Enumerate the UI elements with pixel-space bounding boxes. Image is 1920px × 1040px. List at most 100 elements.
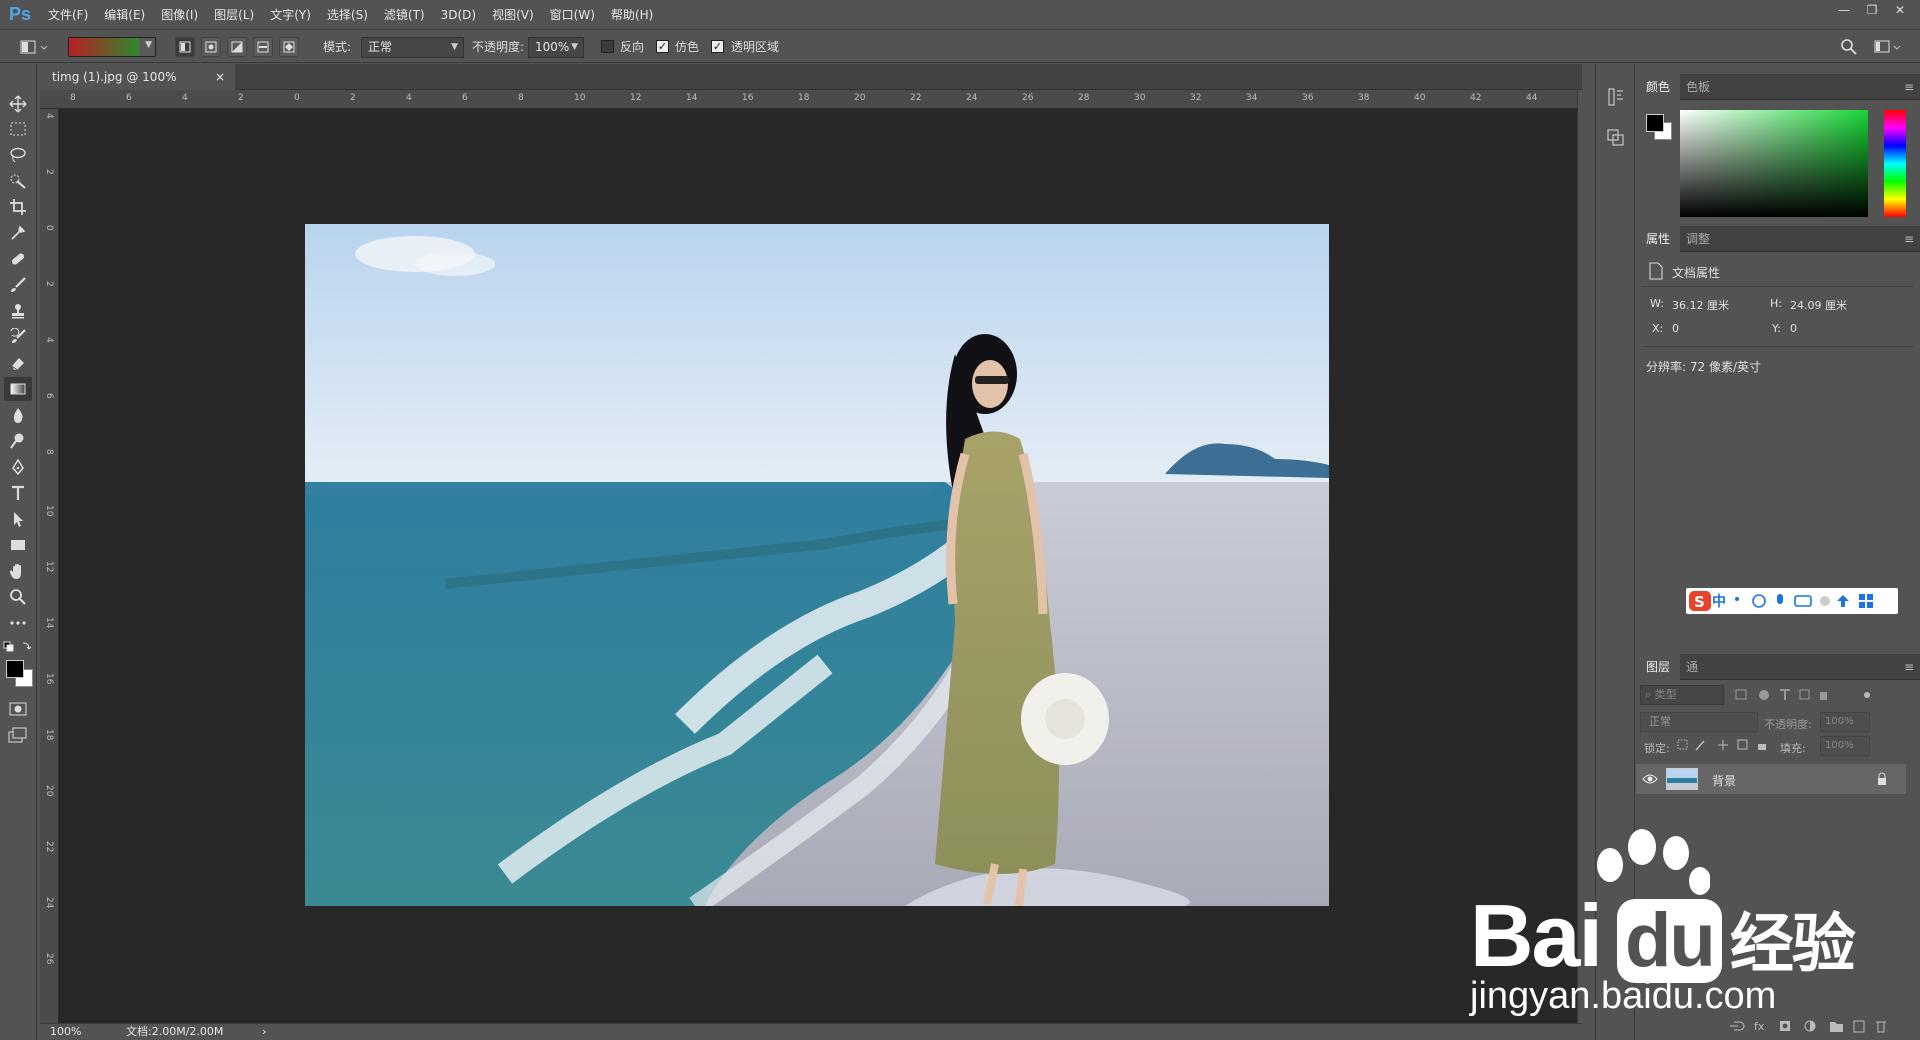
- restore-button[interactable]: ❐: [1858, 0, 1886, 20]
- blur-tool[interactable]: [4, 403, 32, 427]
- linear-gradient-icon: [179, 41, 191, 53]
- path-select-tool[interactable]: [4, 507, 32, 531]
- minimize-button[interactable]: —: [1830, 0, 1858, 20]
- panel-menu-icon[interactable]: ≡: [1904, 654, 1914, 680]
- eye-icon[interactable]: [1642, 772, 1658, 786]
- reverse-checkbox[interactable]: [601, 40, 614, 53]
- rectangle-tool[interactable]: [4, 533, 32, 557]
- menu-type[interactable]: 文字(Y): [262, 6, 319, 23]
- menu-help[interactable]: 帮助(H): [603, 6, 661, 23]
- ruler-tick-label: 12: [630, 93, 642, 103]
- fill-input[interactable]: 100%: [1820, 736, 1870, 756]
- lasso-icon: [10, 147, 26, 163]
- hue-slider[interactable]: [1884, 110, 1906, 217]
- opacity-input[interactable]: 100% ▼: [528, 37, 584, 58]
- layer-row[interactable]: 背景: [1636, 764, 1906, 794]
- type-tool[interactable]: [4, 481, 32, 505]
- y-value[interactable]: 0: [1790, 322, 1797, 335]
- brush-tool[interactable]: [4, 273, 32, 297]
- properties-panel-icon[interactable]: [1606, 128, 1626, 148]
- gradient-icon: [10, 383, 26, 395]
- move-tool[interactable]: [4, 92, 32, 116]
- default-colors-icon[interactable]: [3, 641, 33, 655]
- stamp-tool[interactable]: [4, 299, 32, 323]
- tab-channels[interactable]: 通: [1676, 654, 1708, 680]
- tab-layers[interactable]: 图层: [1636, 654, 1681, 680]
- lasso-tool[interactable]: [4, 143, 32, 167]
- tab-adjustments[interactable]: 调整: [1676, 226, 1720, 252]
- hand-tool[interactable]: [4, 559, 32, 583]
- ruler-tick-label: 8: [44, 449, 54, 455]
- filter-toggle-icon[interactable]: [1862, 690, 1872, 700]
- healing-tool[interactable]: [4, 247, 32, 271]
- menu-window[interactable]: 窗口(W): [542, 6, 603, 23]
- width-value[interactable]: 36.12 厘米: [1672, 297, 1729, 313]
- eyedropper-tool[interactable]: [4, 221, 32, 245]
- linear-gradient-button[interactable]: [175, 37, 195, 57]
- quick-mask-icon[interactable]: [8, 700, 30, 718]
- x-value[interactable]: 0: [1672, 322, 1679, 335]
- screen-mode-icon[interactable]: [8, 726, 30, 744]
- ruler-tick-label: 26: [1022, 93, 1034, 103]
- menu-layer[interactable]: 图层(L): [206, 6, 262, 23]
- angle-gradient-button[interactable]: [227, 37, 247, 57]
- ime-tool-icons[interactable]: [1731, 591, 1881, 611]
- height-value[interactable]: 24.09 厘米: [1790, 297, 1847, 313]
- document-image[interactable]: [305, 224, 1329, 906]
- layer-filter-select[interactable]: ⌕ 类型: [1640, 685, 1724, 705]
- tab-swatches[interactable]: 色板: [1676, 74, 1720, 100]
- reflected-gradient-button[interactable]: [253, 37, 273, 57]
- mode-select[interactable]: 正常 ▼: [361, 37, 464, 58]
- more-tools[interactable]: [4, 611, 32, 635]
- radial-gradient-button[interactable]: [201, 37, 221, 57]
- zoom-level[interactable]: 100%: [50, 1024, 81, 1040]
- tab-color[interactable]: 颜色: [1636, 74, 1681, 100]
- blend-mode-select[interactable]: 正常: [1640, 712, 1758, 732]
- color-foreground-swatch[interactable]: [1646, 114, 1664, 132]
- layer-filter-icons[interactable]: [1734, 688, 1844, 702]
- panel-menu-icon[interactable]: ≡: [1904, 74, 1914, 100]
- menu-file[interactable]: 文件(F): [40, 6, 96, 23]
- close-window-button[interactable]: ✕: [1886, 0, 1914, 20]
- tab-properties[interactable]: 属性: [1636, 226, 1681, 252]
- reverse-label: 反向: [620, 40, 645, 54]
- close-tab-icon[interactable]: ×: [215, 64, 225, 90]
- transparency-checkbox[interactable]: ✓: [711, 40, 724, 53]
- eraser-tool[interactable]: [4, 351, 32, 375]
- tool-preset-picker[interactable]: [18, 37, 50, 57]
- diamond-gradient-button[interactable]: [279, 37, 299, 57]
- gradient-tool[interactable]: [4, 377, 32, 401]
- pen-tool[interactable]: [4, 455, 32, 479]
- ruler-tick-label: 10: [574, 93, 586, 103]
- zoom-tool[interactable]: [4, 585, 32, 609]
- foreground-color[interactable]: [6, 660, 24, 678]
- menu-image[interactable]: 图像(I): [153, 6, 206, 23]
- menu-select[interactable]: 选择(S): [319, 6, 376, 23]
- crop-tool[interactable]: [4, 195, 32, 219]
- transparency-label: 透明区域: [731, 40, 780, 54]
- marquee-tool[interactable]: [4, 117, 32, 141]
- opacity-label: 不透明度:: [472, 40, 525, 54]
- menu-3d[interactable]: 3D(D): [433, 8, 484, 22]
- gradient-swatch[interactable]: ▼: [68, 37, 156, 57]
- panel-menu-icon[interactable]: ≡: [1904, 226, 1914, 252]
- x-label: X:: [1652, 322, 1664, 335]
- dither-checkbox[interactable]: ✓: [656, 40, 669, 53]
- workspace-icon[interactable]: [1874, 38, 1904, 56]
- dodge-tool[interactable]: [4, 429, 32, 453]
- menu-edit[interactable]: 编辑(E): [96, 6, 153, 23]
- lock-icons[interactable]: [1676, 738, 1776, 752]
- color-field[interactable]: [1680, 110, 1868, 217]
- history-panel-icon[interactable]: [1606, 87, 1626, 107]
- document-tab[interactable]: timg (1).jpg @ 100%(RGB/8#) ×: [40, 64, 235, 110]
- history-brush-tool[interactable]: [4, 325, 32, 349]
- layer-opacity-input[interactable]: 100%: [1820, 712, 1870, 732]
- menu-view[interactable]: 视图(V): [484, 6, 542, 23]
- layer-name[interactable]: 背景: [1712, 772, 1736, 789]
- ime-toolbar[interactable]: S 中: [1686, 588, 1898, 614]
- search-icon[interactable]: [1840, 38, 1858, 56]
- quick-select-tool[interactable]: [4, 169, 32, 193]
- menu-filter[interactable]: 滤镜(T): [376, 6, 433, 23]
- ime-chinese-mode[interactable]: 中: [1712, 591, 1726, 611]
- status-menu-arrow[interactable]: ›: [262, 1024, 266, 1040]
